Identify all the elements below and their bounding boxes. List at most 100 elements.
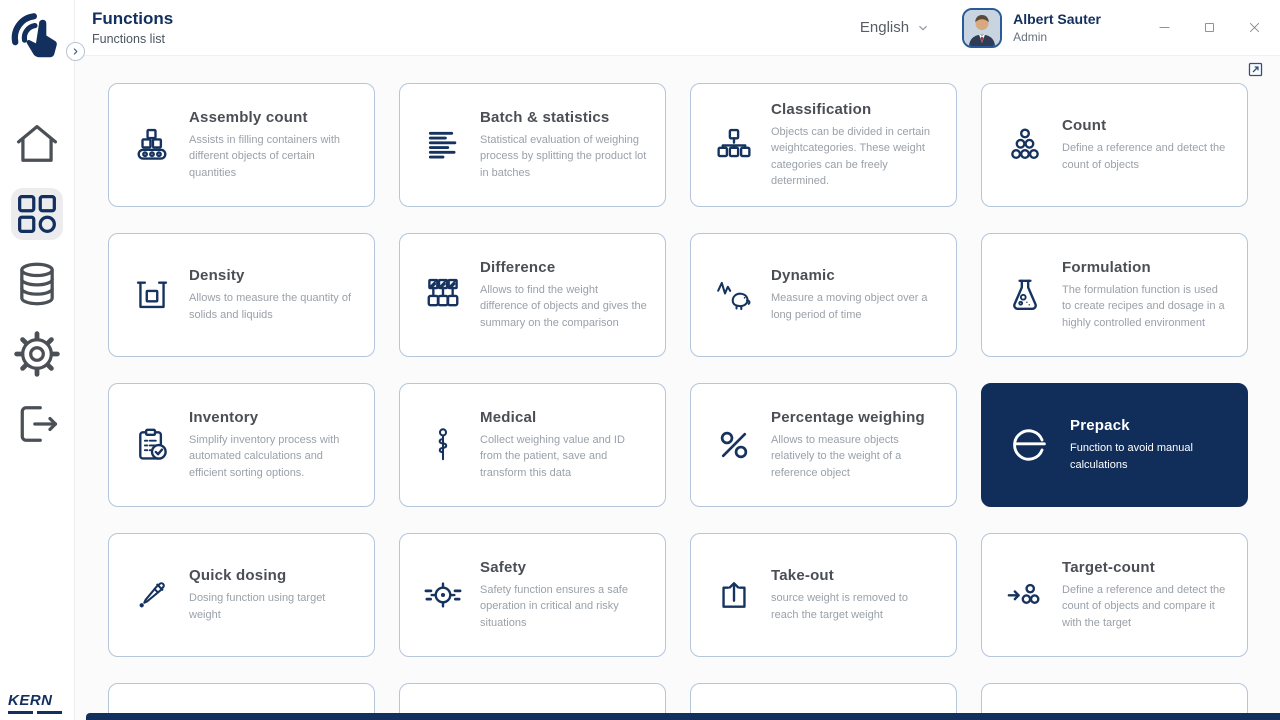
chevron-down-icon [916, 21, 930, 35]
touch-hand-logo-icon [8, 8, 66, 66]
function-card-title: Prepack [1070, 417, 1130, 434]
user-role: Admin [1013, 30, 1048, 44]
function-card-title: Dynamic [771, 267, 835, 284]
function-card[interactable]: Dynamic Measure a moving object over a l… [690, 233, 957, 357]
function-card-title: Medical [480, 408, 537, 426]
function-card-description: Define a reference and detect the count … [1062, 583, 1226, 629]
footer-bar [86, 713, 1280, 720]
function-card-description: Statistical evaluation of weighing proce… [480, 133, 647, 179]
function-card-description: Allows to measure objects relatively to … [771, 433, 902, 479]
function-card[interactable]: Take-out source weight is removed to rea… [690, 533, 957, 657]
home-icon [11, 118, 63, 170]
function-card-title: Take-out [771, 567, 834, 584]
function-card-description: Function to avoid manual calculations [1070, 442, 1193, 471]
function-card-description: Allows to measure the quantity of solids… [189, 292, 352, 321]
function-card-description: Safety function ensures a safe operation… [480, 583, 628, 629]
sidebar-item-home[interactable] [11, 118, 63, 170]
function-card-description: Assists in filling containers with diffe… [189, 133, 341, 179]
box-arrow-up-icon [715, 576, 753, 614]
function-card[interactable]: Quick dosing Dosing function using targe… [108, 533, 375, 657]
kern-logo-underline [8, 711, 62, 714]
function-card-description: Objects can be divided in certain weight… [771, 125, 930, 188]
content-area: Assembly count Assists in filling contai… [75, 55, 1280, 720]
container-icon [133, 276, 171, 314]
header: Functions Functions list English Albert … [75, 0, 1280, 55]
maximize-icon[interactable] [1202, 20, 1217, 35]
function-card-description: Measure a moving object over a long peri… [771, 292, 928, 321]
function-card-title: Target-count [1062, 558, 1155, 576]
flask-icon [1006, 276, 1044, 314]
function-card[interactable]: Count Define a reference and detect the … [981, 83, 1248, 207]
conveyor-icon [133, 126, 171, 164]
function-card[interactable]: Formulation The formulation function is … [981, 233, 1248, 357]
function-card[interactable]: Medical Collect weighing value and ID fr… [399, 383, 666, 507]
function-card-title: Inventory [189, 408, 259, 426]
kern-logo: KERN [8, 692, 62, 714]
function-card[interactable]: Percentage weighing Allows to measure ob… [690, 383, 957, 507]
function-card-title: Quick dosing [189, 567, 287, 584]
sidebar-nav [11, 118, 63, 450]
function-card-description: Collect weighing value and ID from the p… [480, 433, 625, 479]
function-card-title: Count [1062, 117, 1107, 134]
sidebar-item-logout[interactable] [11, 398, 63, 450]
function-card-description: The formulation function is used to crea… [1062, 283, 1225, 329]
function-card-description: Simplify inventory process with automate… [189, 433, 340, 479]
function-card-title: Difference [480, 258, 556, 276]
app-window: KERN Functions Functions list English Al… [0, 0, 1280, 720]
difference-squares-icon [424, 276, 462, 314]
functions-grid: Assembly count Assists in filling contai… [75, 56, 1280, 720]
avatar [962, 7, 1003, 48]
function-card-description: Dosing function using target weight [189, 592, 326, 621]
clipboard-check-icon [133, 426, 171, 464]
pipette-icon [133, 576, 171, 614]
kern-logo-text: KERN [8, 692, 53, 709]
gear-icon [11, 328, 63, 380]
user-name: Albert Sauter [1013, 11, 1101, 27]
percent-icon [715, 426, 753, 464]
function-card-title: Classification [771, 100, 872, 118]
page-subtitle: Functions list [92, 32, 165, 46]
function-card[interactable]: Target-count Define a reference and dete… [981, 533, 1248, 657]
main-area: Functions Functions list English Albert … [75, 0, 1280, 720]
minimize-icon[interactable] [1157, 20, 1172, 35]
arrow-circles-icon [1006, 576, 1044, 614]
function-card[interactable]: Inventory Simplify inventory process wit… [108, 383, 375, 507]
function-card[interactable]: Batch & statistics Statistical evaluatio… [399, 83, 666, 207]
sidebar-item-settings[interactable] [11, 328, 63, 380]
function-card[interactable]: Assembly count Assists in filling contai… [108, 83, 375, 207]
logout-icon [11, 398, 63, 450]
sidebar-item-functions[interactable] [11, 188, 63, 240]
function-card-title: Safety [480, 558, 527, 576]
database-icon [11, 258, 63, 310]
asclepius-staff-icon [424, 426, 462, 464]
close-icon[interactable] [1247, 20, 1262, 35]
stats-lines-icon [424, 126, 462, 164]
mouse-wave-icon [715, 276, 753, 314]
window-controls [1157, 20, 1262, 35]
language-selector[interactable]: English [860, 19, 930, 36]
function-card-description: source weight is removed to reach the ta… [771, 592, 908, 621]
function-card-title: Percentage weighing [771, 408, 925, 426]
expand-icon[interactable] [1247, 61, 1264, 78]
function-card-title: Assembly count [189, 108, 308, 126]
sidebar: KERN [0, 0, 75, 720]
function-card-description: Define a reference and detect the count … [1062, 142, 1226, 171]
function-card[interactable]: Difference Allows to find the weight dif… [399, 233, 666, 357]
function-card-title: Density [189, 267, 245, 284]
circles-pyramid-icon [1006, 126, 1044, 164]
function-card[interactable]: Classification Objects can be divided in… [690, 83, 957, 207]
crosshair-target-icon [424, 576, 462, 614]
function-card-title: Formulation [1062, 258, 1151, 276]
language-selected: English [859, 19, 910, 36]
function-card[interactable]: Density Allows to measure the quantity o… [108, 233, 375, 357]
apps-grid-icon [11, 188, 63, 240]
sidebar-item-database[interactable] [11, 258, 63, 310]
user-menu[interactable]: Albert Sauter Admin [962, 7, 1101, 48]
function-card[interactable]: Prepack Function to avoid manual calcula… [981, 383, 1248, 507]
estimated-sign-icon [1006, 422, 1052, 468]
function-card[interactable]: Safety Safety function ensures a safe op… [399, 533, 666, 657]
function-card-description: Allows to find the weight difference of … [480, 283, 647, 329]
hierarchy-tree-icon [715, 126, 753, 164]
page-title: Functions [92, 9, 174, 28]
sidebar-expand-button[interactable] [66, 42, 85, 61]
